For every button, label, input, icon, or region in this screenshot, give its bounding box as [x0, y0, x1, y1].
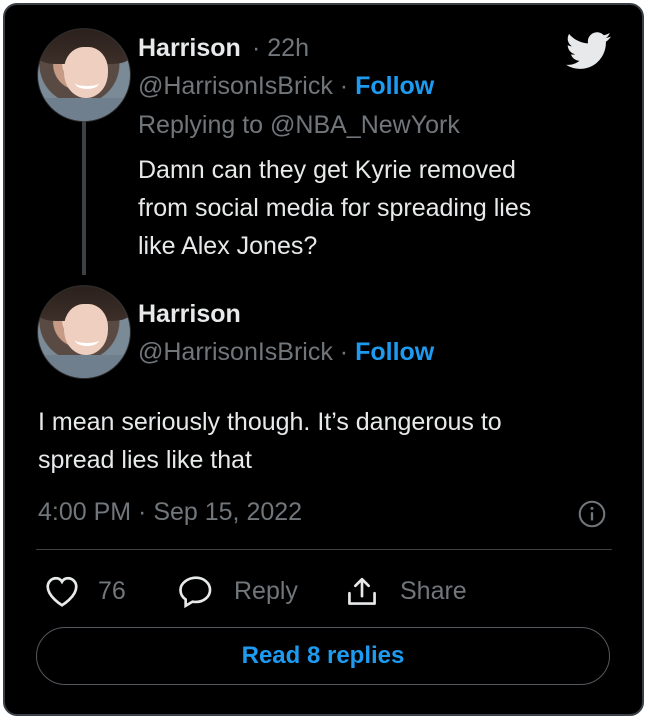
share-label: Share [400, 576, 467, 605]
tweet-text-line: spread lies like that [38, 446, 253, 474]
author-handle-row: @HarrisonIsBrick · Follow [138, 72, 435, 100]
reply-bubble-icon [179, 576, 212, 608]
tweet-text-line: from social media for spreading lies [138, 194, 532, 222]
like-action[interactable]: 76 [44, 574, 126, 608]
author-handle[interactable]: @HarrisonIsBrick [138, 338, 333, 366]
read-replies-button[interactable]: Read 8 replies [36, 627, 610, 685]
heart-icon [46, 576, 78, 607]
divider [36, 549, 612, 550]
twitter-bird-icon[interactable] [566, 32, 612, 70]
tweet-text-line: Damn can they get Kyrie removed [138, 156, 516, 184]
author-name[interactable]: Harrison [138, 300, 241, 329]
reply-label: Reply [234, 576, 298, 605]
follow-button[interactable]: Follow [355, 338, 434, 366]
tweet-text: Damn can they get Kyrie removed from soc… [138, 151, 531, 265]
follow-button[interactable]: Follow [355, 72, 434, 100]
like-count: 76 [98, 576, 126, 605]
author-name[interactable]: Harrison [138, 34, 241, 63]
tweet-age: · 22h [252, 34, 309, 62]
author-handle-row: @HarrisonIsBrick · Follow [138, 338, 435, 366]
share-icon [348, 577, 376, 605]
replying-to[interactable]: Replying to @NBA_NewYork [138, 111, 460, 140]
author-handle[interactable]: @HarrisonIsBrick [138, 72, 333, 100]
tweet-time: 22h [267, 34, 309, 62]
share-action[interactable]: Share [344, 574, 467, 608]
tweet-text-line: I mean seriously though. It’s dangerous … [38, 408, 502, 436]
tweet-text: I mean seriously though. It’s dangerous … [38, 403, 502, 479]
avatar[interactable] [37, 285, 131, 379]
info-icon[interactable] [578, 500, 606, 528]
avatar[interactable] [37, 28, 131, 122]
reply-action[interactable]: Reply [178, 574, 298, 608]
tweet-timestamp[interactable]: 4:00 PM · Sep 15, 2022 [38, 498, 302, 527]
tweet-text-line: like Alex Jones? [138, 232, 318, 260]
thread-connector-line [82, 121, 86, 275]
